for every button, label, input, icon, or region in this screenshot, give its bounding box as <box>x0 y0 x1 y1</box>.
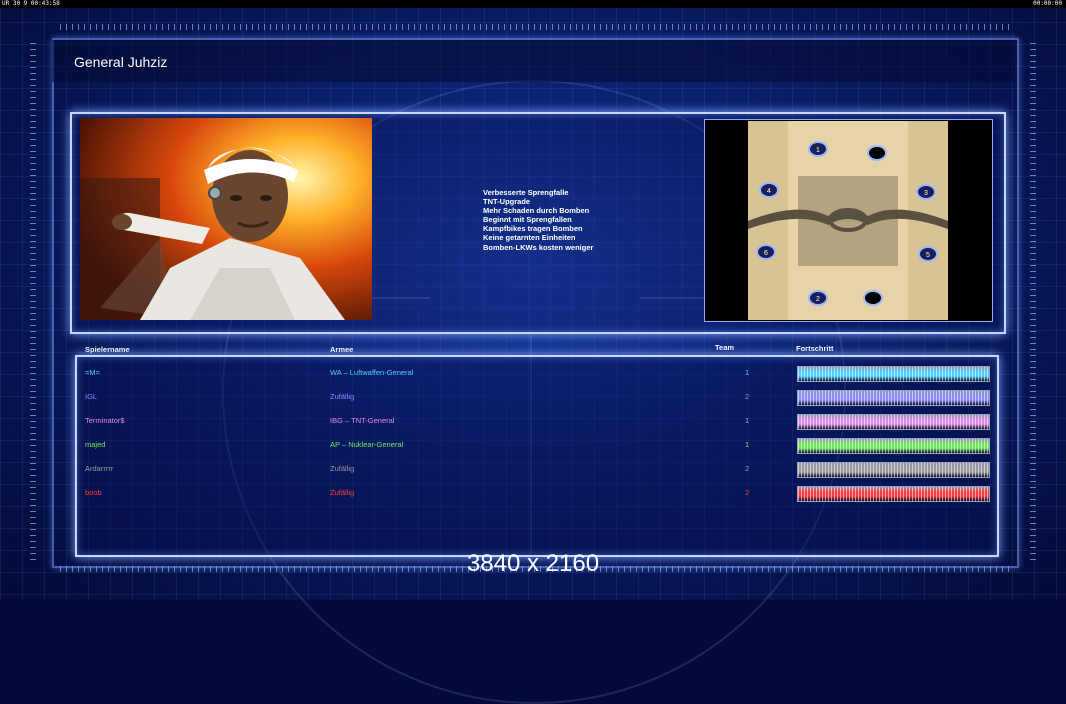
header-progress: Fortschritt <box>796 344 834 353</box>
spawn-label: 5 <box>926 252 930 259</box>
spawn-5: 5 <box>918 246 938 262</box>
bonus-item: Verbesserte Sprengfalle <box>483 188 569 197</box>
player-army: Zufällig <box>330 464 355 473</box>
progress-fill <box>798 415 989 429</box>
hud-stats: UR 30 9 00:43:58 <box>2 0 60 7</box>
spawn-2: 2 <box>808 290 828 306</box>
progress-bar <box>797 438 990 454</box>
spawn-label: 2 <box>816 296 820 303</box>
bonus-item: Mehr Schaden durch Bomben <box>483 206 590 216</box>
player-name: =M= <box>85 368 101 377</box>
progress-fill <box>798 463 989 477</box>
table-row: Terminator$ IBG – TNT-General 1 <box>0 411 1066 431</box>
ruler-top <box>60 24 1010 30</box>
player-team: 1 <box>745 416 750 425</box>
player-name: boob <box>85 488 102 497</box>
player-army: Zufällig <box>330 488 355 497</box>
spawn-label: 3 <box>924 190 928 197</box>
spawn-3: 3 <box>916 184 936 200</box>
progress-fill <box>798 439 989 453</box>
spawn-empty-bottom <box>863 290 883 306</box>
progress-bar <box>797 486 990 502</box>
general-name: General Juhziz <box>74 54 168 70</box>
player-name: majed <box>85 440 106 449</box>
map-preview: 1 4 3 6 5 2 <box>704 119 993 322</box>
bonus-item: Bomben-LKWs kosten weniger <box>483 242 594 252</box>
spawn-6: 6 <box>756 244 776 260</box>
player-army: Zufällig <box>330 392 355 401</box>
progress-bar <box>797 414 990 430</box>
header-team: Team <box>715 343 735 352</box>
table-row: IGL Zufällig 2 <box>0 387 1066 407</box>
progress-bar <box>797 462 990 478</box>
player-list-panel <box>75 355 999 557</box>
player-team: 1 <box>745 368 750 377</box>
ruler-left <box>30 40 36 560</box>
progress-bar <box>797 390 990 406</box>
player-team: 1 <box>745 440 750 449</box>
player-team: 2 <box>745 488 750 497</box>
spawn-4: 4 <box>759 182 779 198</box>
table-row: majed AP – Nuklear-General 1 <box>0 435 1066 455</box>
header-army: Armee <box>330 345 354 354</box>
player-name: Terminator$ <box>85 416 125 425</box>
player-army: WA – Luftwaffen-General <box>330 368 414 377</box>
table-row: boob Zufällig 2 <box>0 483 1066 503</box>
spawn-1: 1 <box>808 141 828 157</box>
spawn-empty-top <box>867 145 887 161</box>
progress-bar <box>797 366 990 382</box>
player-team: 2 <box>745 464 750 473</box>
spawn-label: 4 <box>767 188 771 195</box>
player-team: 2 <box>745 392 750 401</box>
spawn-label: 6 <box>764 250 768 257</box>
general-portrait <box>80 118 372 320</box>
title-bar <box>52 40 1015 82</box>
table-row: Ardarrrrr Zufällig 2 <box>0 459 1066 479</box>
ruler-right <box>1030 40 1036 560</box>
hud-bar: UR 30 9 00:43:58 00:00:00 <box>0 0 1066 8</box>
spawn-label: 1 <box>816 147 820 154</box>
resolution-watermark: 3840 x 2160 <box>466 550 600 577</box>
player-army: AP – Nuklear-General <box>330 440 404 449</box>
general-bonus-list: Verbesserte Sprengfalle TNT-Upgrade Mehr… <box>483 188 593 252</box>
header-player: Spielername <box>85 345 130 354</box>
bonus-item: TNT-Upgrade <box>483 197 531 207</box>
map-image: 1 4 3 6 5 2 <box>748 121 948 320</box>
progress-fill <box>798 487 989 501</box>
bonus-item: Kampfbikes tragen Bomben <box>483 224 583 234</box>
table-row: =M= WA – Luftwaffen-General 1 <box>0 363 1066 383</box>
progress-fill <box>798 391 989 405</box>
player-army: IBG – TNT-General <box>330 416 395 425</box>
bonus-item: Beginnt mit Sprengfallen <box>483 215 572 225</box>
player-name: IGL <box>85 392 98 401</box>
player-name: Ardarrrrr <box>85 464 114 473</box>
hud-clock: 00:00:00 <box>1033 0 1062 7</box>
bonus-item: Keine getarnten Einheiten <box>483 233 576 243</box>
progress-fill <box>798 367 989 381</box>
